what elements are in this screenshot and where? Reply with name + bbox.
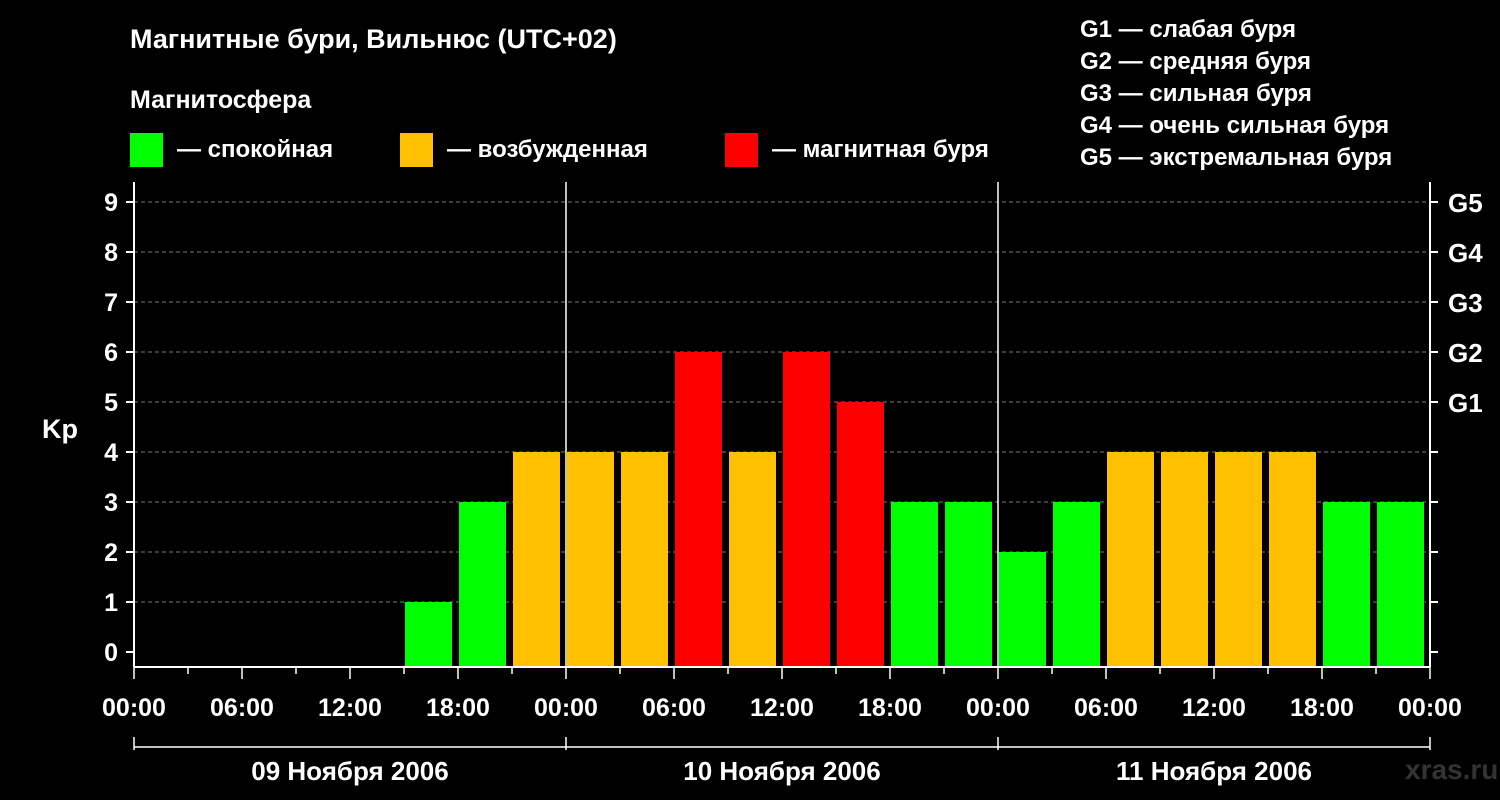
bar-6 [459,502,506,667]
bar-14 [891,502,938,667]
x-tick-label-12: 00:00 [1398,694,1462,722]
x-tick-label-5: 06:00 [642,694,706,722]
x-tick-label-3: 18:00 [426,694,490,722]
bar-17 [1053,502,1100,667]
bar-15 [945,502,992,667]
y-tick-label-8: 8 [104,239,118,267]
day-label-0: 09 Ноября 2006 [251,756,448,786]
bar-11 [729,452,776,667]
y-tick-label-4: 4 [104,439,118,467]
bar-13 [837,402,884,667]
bar-19 [1161,452,1208,667]
g-scale-label-g1: G1 [1448,388,1483,418]
bar-9 [621,452,668,667]
day-label-2: 11 Ноября 2006 [1116,756,1312,786]
bar-12 [783,352,830,667]
bar-8 [567,452,614,667]
bar-16 [999,552,1046,667]
bar-10 [675,352,722,667]
y-tick-label-5: 5 [104,389,118,417]
g-scale-label-g4: G4 [1448,238,1483,268]
x-tick-label-7: 18:00 [858,694,922,722]
y-tick-label-6: 6 [104,339,118,367]
x-tick-label-10: 12:00 [1182,694,1246,722]
y-tick-label-1: 1 [104,589,118,617]
x-tick-label-6: 12:00 [750,694,814,722]
y-tick-label-3: 3 [104,489,118,517]
bar-20 [1215,452,1262,667]
bar-21 [1269,452,1316,667]
g-scale-label-g2: G2 [1448,338,1483,368]
y-tick-label-7: 7 [104,289,118,317]
bar-7 [513,452,560,667]
bar-23 [1377,502,1424,667]
y-tick-label-2: 2 [104,539,118,567]
watermark: xras.ru [1405,754,1499,785]
y-axis-label: Kp [42,414,78,444]
bar-5 [405,602,452,667]
kp-bar-chart: 0 1 2 3 4 5 6 7 8 9 G1 G2 G3 G4 G5 Kp 00:00 06:00 12:00 18:… [42,182,1483,786]
x-tick-label-4: 00:00 [534,694,598,722]
g-scale-label-g5: G5 [1448,188,1483,218]
bar-18 [1107,452,1154,667]
x-tick-label-0: 00:00 [102,694,166,722]
x-tick-label-8: 00:00 [966,694,1030,722]
day-label-1: 10 Ноября 2006 [683,756,880,786]
x-tick-label-11: 18:00 [1290,694,1354,722]
x-tick-label-1: 06:00 [210,694,274,722]
x-tick-label-9: 06:00 [1074,694,1138,722]
x-tick-label-2: 12:00 [318,694,382,722]
y-tick-label-0: 0 [104,639,118,667]
y-tick-label-9: 9 [104,189,118,217]
g-scale-label-g3: G3 [1448,288,1483,318]
bar-22 [1323,502,1370,667]
